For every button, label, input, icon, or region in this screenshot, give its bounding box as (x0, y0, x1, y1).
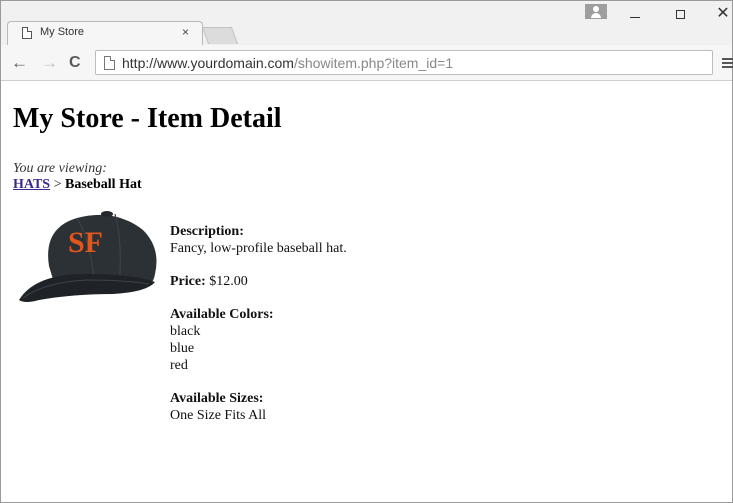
color-option: red (170, 358, 188, 373)
price-label: Price: (170, 274, 206, 289)
tab-title: My Store (40, 26, 85, 38)
colors-label: Available Colors: (170, 307, 274, 322)
browser-tab[interactable]: My Store × (7, 21, 203, 45)
forward-arrow-icon[interactable]: → (41, 54, 58, 72)
breadcrumb-link-hats[interactable]: HATS (13, 177, 50, 192)
url-text[interactable]: http://www.yourdomain.com/showitem.php?i… (122, 55, 453, 71)
user-icon[interactable] (585, 4, 607, 19)
tab-close-icon[interactable]: × (182, 25, 189, 39)
browser-window: My Store × ✕ ← → C http://www.yourdomain… (0, 0, 733, 503)
title-bar: My Store × ✕ (1, 1, 732, 45)
page-icon (22, 27, 32, 39)
maximize-button[interactable] (670, 6, 690, 22)
url-host: http://www.yourdomain.com (122, 55, 294, 71)
hamburger-menu-icon[interactable] (722, 58, 733, 68)
color-option: blue (170, 341, 195, 356)
breadcrumb-current: Baseball Hat (65, 177, 142, 192)
minimize-button[interactable] (625, 6, 645, 22)
browser-toolbar: ← → C http://www.yourdomain.com/showitem… (1, 45, 733, 81)
description-label: Description: (170, 224, 244, 239)
page-title: My Store - Item Detail (13, 103, 282, 134)
viewing-label: You are viewing: (13, 161, 107, 176)
sizes-section: Available Sizes: One Size Fits All (170, 390, 347, 424)
size-option: One Size Fits All (170, 408, 267, 423)
sizes-label: Available Sizes: (170, 391, 264, 406)
new-tab-button[interactable] (201, 27, 239, 44)
page-icon (104, 56, 115, 70)
url-path: /showitem.php?item_id=1 (293, 55, 454, 71)
price-value: $12.00 (209, 274, 248, 289)
price-section: Price: $12.00 (170, 273, 347, 290)
back-arrow-icon[interactable]: ← (11, 54, 28, 72)
colors-section: Available Colors: black blue red (170, 306, 347, 374)
sf-logo-icon: SF (68, 226, 103, 259)
address-bar[interactable]: http://www.yourdomain.com/showitem.php?i… (95, 50, 713, 75)
baseball-hat-image: SF (19, 211, 157, 302)
item-details: Description: Fancy, low-profile baseball… (170, 223, 347, 440)
description-text: Fancy, low-profile baseball hat. (170, 241, 347, 256)
breadcrumb: HATS > Baseball Hat (13, 177, 142, 193)
reload-icon[interactable]: C (69, 54, 81, 72)
description-section: Description: Fancy, low-profile baseball… (170, 223, 347, 257)
color-option: black (170, 324, 201, 339)
breadcrumb-separator: > (50, 177, 65, 192)
close-window-button[interactable]: ✕ (713, 6, 733, 22)
